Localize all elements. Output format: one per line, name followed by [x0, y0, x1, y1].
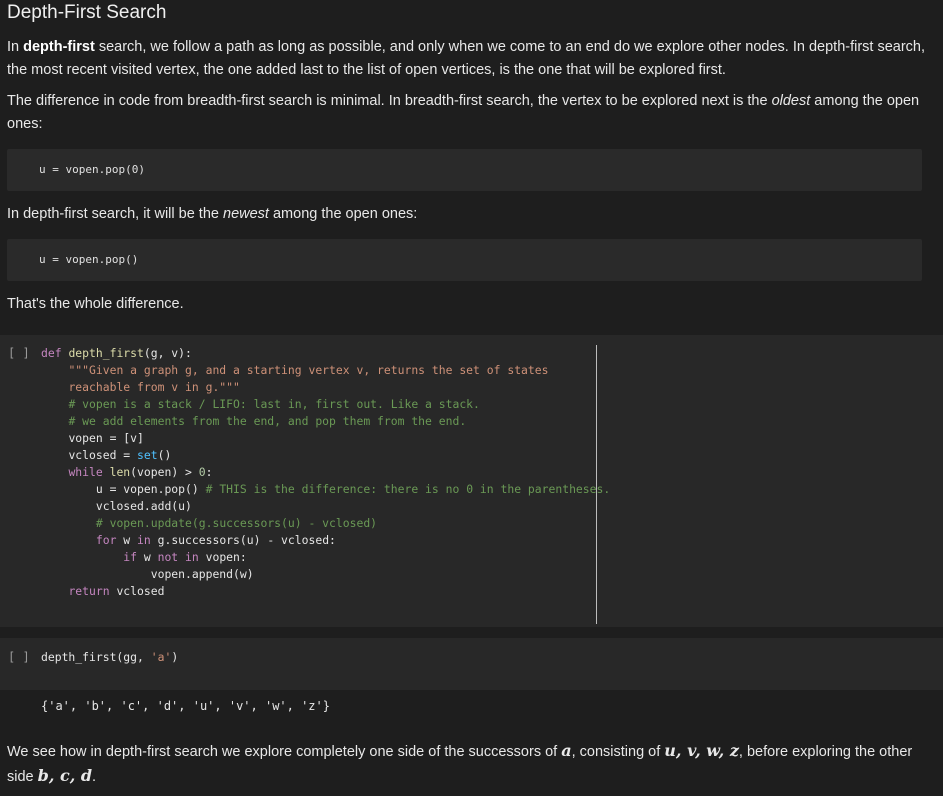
code-token: (g, v):	[143, 346, 192, 360]
code-token: vopen:	[198, 550, 247, 564]
code-token: u = vopen.pop()	[95, 482, 206, 496]
code-token: )	[171, 650, 179, 664]
code-line: u = vopen.pop(0)	[39, 163, 145, 176]
code-token: vopen.append(w)	[150, 567, 254, 581]
paragraph-intro: In depth-first search, we follow a path …	[7, 36, 927, 82]
code-token: def	[41, 346, 62, 360]
code-block-dfs: u = vopen.pop()	[7, 239, 922, 281]
code-token: for	[95, 533, 117, 547]
code-token: if	[123, 550, 138, 564]
code-cell-call[interactable]: [ ] depth_first(gg, 'a')	[0, 638, 943, 690]
cell-output: {'a', 'b', 'c', 'd', 'u', 'v', 'w', 'z'}	[41, 699, 330, 713]
cell-run-prompt[interactable]: [ ]	[8, 346, 30, 360]
italic-text: newest	[223, 206, 269, 222]
text: In	[7, 39, 24, 55]
text: search, we follow a path as long as poss…	[7, 39, 926, 78]
code-token: vclosed	[109, 584, 165, 598]
paragraph-dfs: In depth-first search, it will be the ne…	[7, 203, 927, 226]
code-token: in	[137, 533, 151, 547]
page-title: Depth-First Search	[7, 2, 167, 23]
code-token: # vopen is a stack / LIFO: last in, firs…	[68, 397, 480, 411]
code-token: not in	[157, 550, 199, 564]
code-token: # we add elements from the end, and pop …	[68, 414, 467, 428]
code-token: depth_first(gg,	[41, 650, 151, 664]
code-token: (vopen) >	[130, 465, 199, 479]
code-cell-depth-first[interactable]: [ ] def depth_first(g, v): """Given a gr…	[0, 335, 943, 627]
text: among the open ones:	[268, 206, 418, 222]
code-token: vclosed =	[68, 448, 138, 462]
code-token: while	[68, 465, 103, 479]
code-line: u = vopen.pop()	[39, 253, 139, 266]
code-token: return	[68, 584, 110, 598]
bold-text: depth-first	[23, 39, 95, 55]
cell-run-prompt[interactable]: [ ]	[8, 650, 30, 664]
code-token: w	[116, 533, 138, 547]
code-editor[interactable]: def depth_first(g, v): """Given a graph …	[41, 345, 610, 600]
code-token: vopen = [v]	[68, 431, 144, 445]
paragraph-whole-difference: That's the whole difference.	[7, 296, 184, 312]
code-token: set	[137, 448, 158, 462]
italic-text: oldest	[771, 93, 811, 109]
code-token: 0	[198, 465, 206, 479]
text: In depth-first search, it will be the	[7, 206, 223, 222]
code-token: w	[137, 550, 158, 564]
text: .	[92, 769, 97, 785]
code-editor[interactable]: depth_first(gg, 'a')	[41, 649, 178, 666]
code-token: g.successors(u) - vclosed:	[150, 533, 336, 547]
code-token: 'a'	[150, 650, 172, 664]
math-symbol: b, c, d	[37, 766, 93, 785]
code-token: """Given a graph g, and a starting verte…	[68, 363, 549, 377]
code-token: depth_first	[68, 346, 144, 360]
code-token: # THIS is the difference: there is no 0 …	[205, 482, 611, 496]
code-token: ()	[157, 448, 172, 462]
text: The difference in code from breadth-firs…	[7, 93, 772, 109]
code-token: # vopen.update(g.successors(u) - vclosed…	[95, 516, 378, 530]
text: We see how in depth-first search we expl…	[7, 744, 562, 760]
math-symbol: u, v, w, z	[664, 741, 739, 760]
math-symbol: a	[561, 741, 572, 760]
code-token: len	[102, 465, 131, 479]
code-block-bfs: u = vopen.pop(0)	[7, 149, 922, 191]
code-token: :	[205, 465, 213, 479]
paragraph-conclusion: We see how in depth-first search we expl…	[7, 739, 927, 789]
code-token: vclosed.add(u)	[95, 499, 192, 513]
code-token: reachable from v in g."""	[68, 380, 240, 394]
text: , consisting of	[571, 744, 665, 760]
paragraph-difference: The difference in code from breadth-firs…	[7, 90, 927, 136]
